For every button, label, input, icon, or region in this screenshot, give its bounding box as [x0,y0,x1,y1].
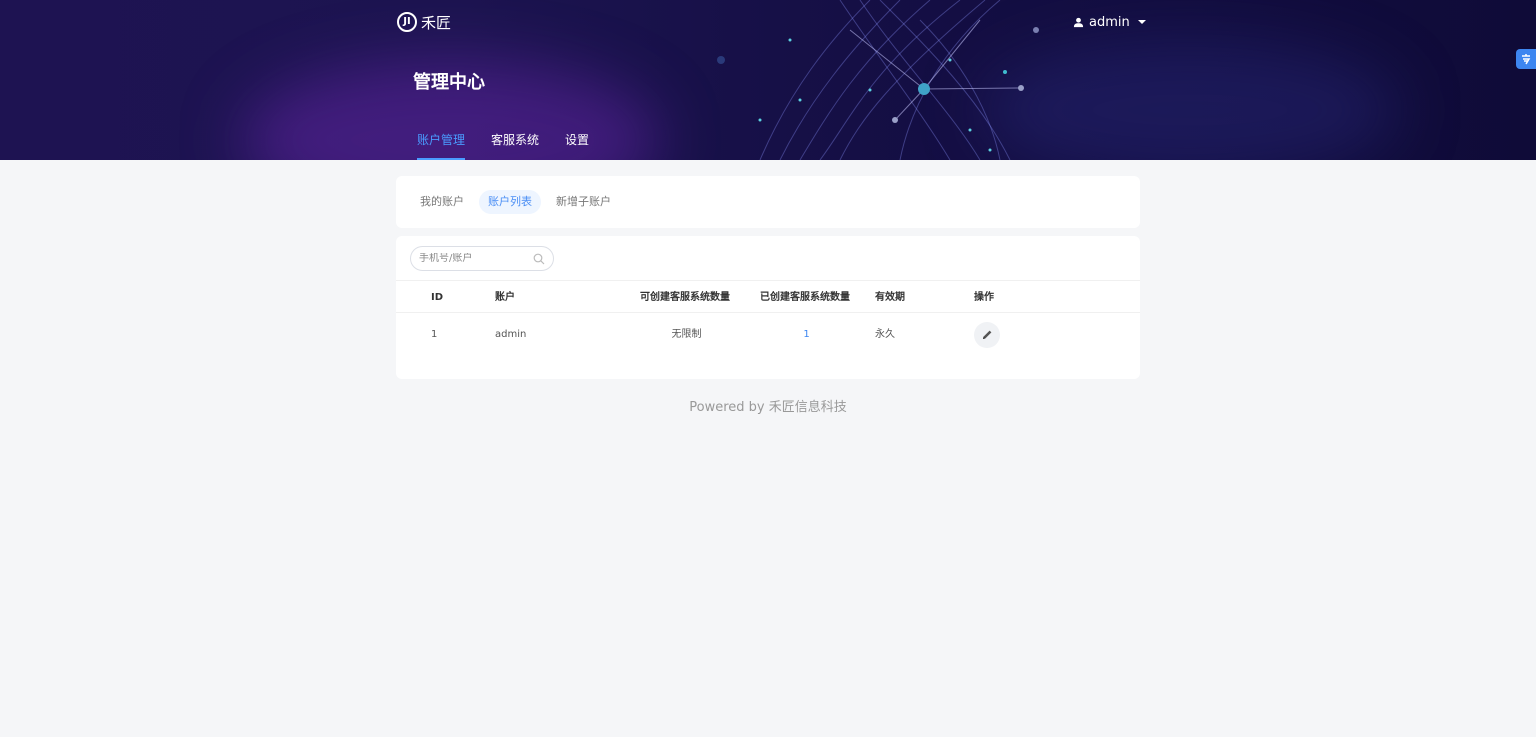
col-created: 已创建客服系统数量 [760,292,850,303]
col-valid-until: 有效期 [875,292,905,303]
sub-tabs-card: 我的账户 账户列表 新增子账户 [396,176,1140,228]
table-row: 1 admin 无限制 1 永久 [396,313,1140,357]
logo-text: 禾匠 [421,13,452,32]
search-icon[interactable] [533,253,545,265]
cell-valid-until: 永久 [875,329,895,340]
cell-created[interactable]: 1 [760,313,853,357]
tab-customer-service[interactable]: 客服系统 [478,126,552,160]
user-icon [1073,17,1084,27]
translate-icon [1522,54,1531,65]
side-tool-badge[interactable] [1516,49,1536,69]
sub-tabs: 我的账户 账户列表 新增子账户 [411,190,620,214]
account-table-card: ID 账户 可创建客服系统数量 已创建客服系统数量 有效期 操作 1 admin… [396,236,1140,379]
user-name: admin [1089,14,1130,30]
footer-powered-by: Powered by 禾匠信息科技 [689,400,847,415]
main-nav: 账户管理 客服系统 设置 [404,126,602,160]
user-menu[interactable]: admin [1073,13,1146,31]
col-account: 账户 [495,292,515,303]
page-title: 管理中心 [413,72,485,93]
chevron-down-icon [1137,20,1146,24]
col-operation: 操作 [974,292,994,303]
subtab-add-sub-account[interactable]: 新增子账户 [547,190,620,214]
cell-id: 1 [431,329,438,340]
logo-mark: JI [397,12,417,32]
header-banner: JI 禾匠 admin 管理中心 账户管理 客服系统 设置 [0,0,1536,160]
pencil-icon [983,330,992,339]
edit-button[interactable] [974,322,1000,348]
network-decoration [717,0,1039,160]
subtab-my-account[interactable]: 我的账户 [411,190,473,214]
logo[interactable]: JI 禾匠 [397,11,451,33]
tab-settings[interactable]: 设置 [552,126,602,160]
search-box [410,246,554,271]
cell-can-create: 无限制 [671,329,702,340]
subtab-account-list[interactable]: 账户列表 [479,190,541,214]
col-can-create: 可创建客服系统数量 [640,292,730,303]
col-id: ID [431,292,444,303]
cell-account: admin [495,329,527,340]
tab-account-management[interactable]: 账户管理 [404,126,478,160]
search-input[interactable] [419,253,519,264]
table-header: ID 账户 可创建客服系统数量 已创建客服系统数量 有效期 操作 [396,280,1140,313]
